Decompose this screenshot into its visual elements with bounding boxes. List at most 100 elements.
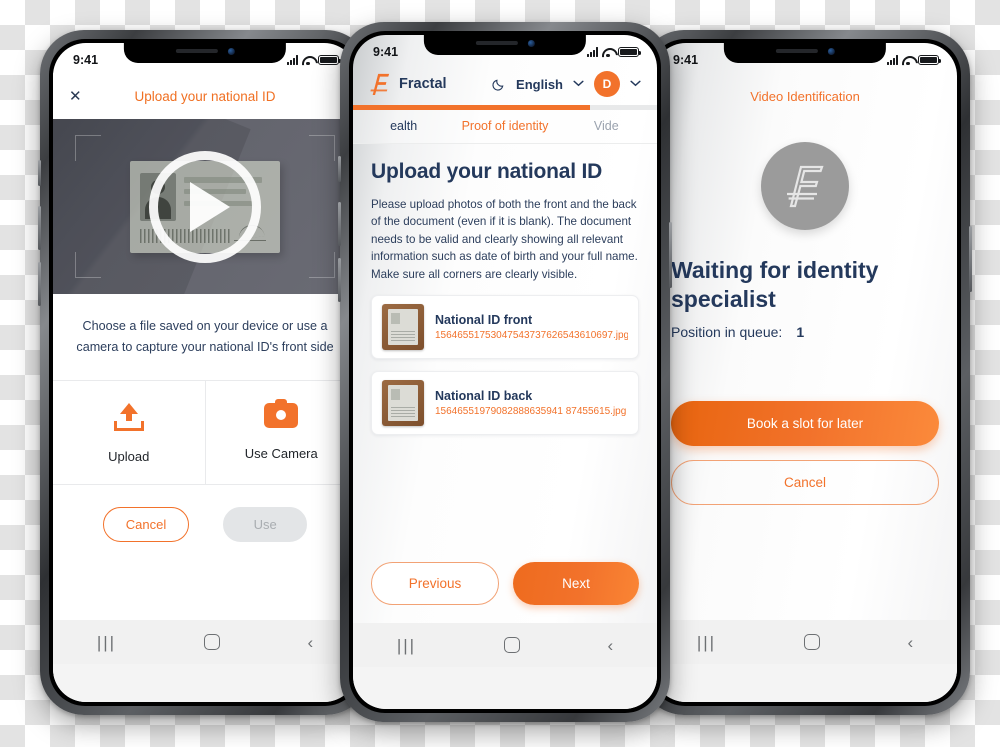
status-time: 9:41 [373, 45, 399, 59]
phone1-page-title: Upload your national ID [134, 88, 276, 104]
brand-logo[interactable]: Fractal [369, 71, 447, 97]
file-info: National ID back 15646551979082888635941… [435, 389, 626, 417]
play-icon[interactable] [149, 150, 261, 263]
upload-icon [113, 402, 144, 431]
back-icon[interactable]: ‹ [307, 634, 313, 651]
upload-instruction-text: Choose a file saved on your device or us… [76, 319, 334, 354]
phone3-bezel: 9:41 Video Identification Waiting for id… [649, 39, 961, 706]
front-camera-icon [227, 47, 235, 55]
progress-fill [353, 105, 591, 110]
tab-proof-of-identity[interactable]: Proof of identity [454, 119, 555, 133]
language-selector-label[interactable]: English [516, 77, 563, 92]
file-id: 15646551979082888635941 87455615.jpg [435, 405, 627, 417]
moon-icon[interactable] [492, 77, 506, 91]
cancel-button[interactable]: Cancel [671, 460, 939, 505]
phone2-android-nav-bar: ||| ‹ [353, 623, 657, 667]
fractal-logo-icon [761, 142, 849, 230]
phone-mockup-video-identification: 9:41 Video Identification Waiting for id… [638, 30, 972, 715]
page-title: Upload your national ID [371, 160, 603, 183]
previous-button[interactable]: Previous [371, 562, 499, 605]
page-description: Please upload photos of both the front a… [371, 198, 638, 281]
queue-value: 1 [796, 323, 805, 340]
camera-icon [264, 398, 299, 428]
back-icon[interactable]: ‹ [907, 634, 913, 651]
book-slot-button[interactable]: Book a slot for later [671, 401, 939, 446]
cellular-signal-icon [587, 47, 598, 57]
status-indicators [887, 54, 942, 66]
account-chevron-down-icon[interactable] [630, 78, 641, 90]
id-document-thumbnail [382, 303, 424, 350]
phone1-android-nav-bar: ||| ‹ [53, 620, 357, 664]
phone3-action-group: Book a slot for later Cancel [653, 371, 957, 505]
phone-mockup-upload-dialog: 9:41 ✕ Upload your national ID Choose a … [38, 30, 372, 715]
cancel-button[interactable]: Cancel [102, 506, 190, 542]
phone1-mute-button[interactable] [38, 160, 41, 186]
home-icon[interactable] [803, 634, 820, 650]
phone2-content: Upload your national ID Please upload ph… [353, 144, 657, 546]
phone3-nav-padding [653, 664, 957, 702]
phone1-header: ✕ Upload your national ID [53, 73, 357, 119]
cellular-signal-icon [887, 55, 898, 65]
frame-corner-top-left [75, 135, 101, 161]
home-icon[interactable] [203, 634, 220, 650]
camera-preview-area[interactable] [53, 119, 357, 294]
wifi-icon [902, 56, 914, 66]
recents-icon[interactable]: ||| [397, 637, 416, 654]
queue-position: Position in queue: 1 [671, 324, 939, 340]
upload-choice-group: Upload Use Camera [53, 379, 358, 485]
phone1-nav-padding [53, 664, 357, 702]
waiting-heading: Waiting for identity specialist [671, 257, 879, 312]
phone3-logo-area [653, 104, 957, 256]
phone3-body: Waiting for identity specialist Position… [653, 256, 957, 371]
phone2-volume-up-button[interactable] [338, 202, 341, 246]
phone2-mute-button[interactable] [338, 156, 341, 182]
frame-corner-bottom-right [309, 252, 335, 278]
mockup-stage: 9:41 ✕ Upload your national ID Choose a … [0, 0, 1000, 747]
file-item-national-id-front[interactable]: National ID front 1564655175304754373762… [371, 294, 639, 359]
phone3-notch [723, 39, 887, 63]
chevron-down-icon[interactable] [573, 78, 584, 90]
use-camera-option[interactable]: Use Camera [204, 380, 358, 484]
phone3-power-button[interactable] [969, 226, 972, 292]
next-button[interactable]: Next [513, 562, 639, 605]
phone1-filler [53, 541, 357, 620]
phone2-app-header: Fractal English D [353, 65, 657, 105]
file-title: National ID back [435, 388, 533, 403]
phone2-screen: 9:41 Fractal English D ealth Proof of id… [353, 35, 657, 709]
upload-file-option[interactable]: Upload [53, 381, 205, 484]
file-item-national-id-back[interactable]: National ID back 15646551979082888635941… [371, 370, 639, 435]
use-button: Use [223, 506, 308, 542]
file-info: National ID front 1564655175304754373762… [435, 313, 628, 341]
queue-label: Position in queue: [671, 323, 783, 340]
phone1-body: Choose a file saved on your device or us… [53, 294, 357, 620]
front-camera-icon [827, 47, 835, 55]
recents-icon[interactable]: ||| [97, 634, 116, 651]
status-indicators [587, 46, 642, 58]
brand-name: Fractal [399, 76, 447, 92]
avatar[interactable]: D [594, 71, 620, 97]
phone1-bezel: 9:41 ✕ Upload your national ID Choose a … [49, 39, 361, 706]
phone2-footer-actions: Previous Next [353, 546, 657, 623]
page-title: Video Identification [750, 89, 860, 104]
status-time: 9:41 [673, 53, 699, 67]
phone2-power-button[interactable] [669, 222, 672, 288]
tab-wealth[interactable]: ealth [353, 119, 454, 133]
file-id: 15646551753047543737626543610697.jpg [435, 329, 628, 341]
tab-video[interactable]: Vide [556, 119, 657, 133]
phone2-volume-down-button[interactable] [338, 258, 341, 302]
phone1-volume-up-button[interactable] [38, 206, 41, 250]
battery-icon [918, 54, 942, 66]
frame-corner-top-right [309, 135, 335, 161]
onboarding-progress-bar [353, 105, 657, 110]
battery-icon [318, 54, 342, 66]
phone1-volume-down-button[interactable] [38, 262, 41, 306]
phone2-notch [423, 31, 587, 55]
recents-icon[interactable]: ||| [697, 634, 716, 651]
status-time: 9:41 [73, 53, 99, 67]
phone3-screen: 9:41 Video Identification Waiting for id… [653, 43, 957, 702]
phone1-action-row: Cancel Use [53, 485, 357, 542]
back-icon[interactable]: ‹ [607, 637, 613, 654]
phone2-bezel: 9:41 Fractal English D ealth Proof of id… [349, 31, 661, 713]
phone1-notch [123, 39, 287, 63]
home-icon[interactable] [503, 637, 520, 653]
